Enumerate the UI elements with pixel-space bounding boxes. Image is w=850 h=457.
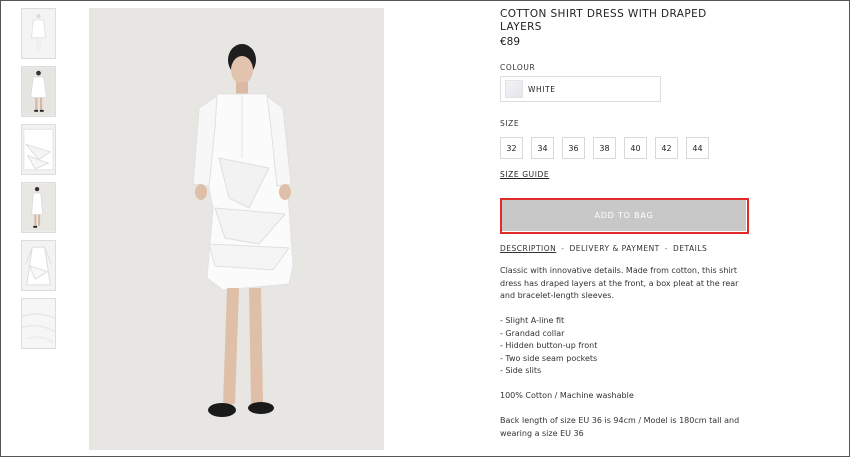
add-to-bag-button[interactable]: ADD TO BAG: [502, 200, 746, 231]
colour-name: WHITE: [528, 84, 556, 94]
description-intro: Classic with innovative details. Made fr…: [500, 266, 739, 300]
size-option-34[interactable]: 34: [531, 137, 554, 159]
size-option-36[interactable]: 36: [562, 137, 585, 159]
thumbnail-draped-layer-detail[interactable]: [21, 124, 56, 175]
main-product-image[interactable]: [89, 8, 384, 450]
colour-label: COLOUR: [500, 63, 536, 72]
colour-swatch: [505, 80, 523, 98]
tab-separator: -: [561, 244, 565, 253]
fit-note: Back length of size EU 36 is 94cm / Mode…: [500, 416, 740, 438]
tab-details[interactable]: DETAILS: [673, 244, 707, 253]
tab-delivery-payment[interactable]: DELIVERY & PAYMENT: [569, 244, 659, 253]
thumbnail-model-side[interactable]: [21, 182, 56, 233]
product-price: €89: [500, 36, 521, 48]
size-guide-link[interactable]: SIZE GUIDE: [500, 170, 549, 179]
size-option-40[interactable]: 40: [624, 137, 647, 159]
size-option-44[interactable]: 44: [686, 137, 709, 159]
size-option-38[interactable]: 38: [593, 137, 616, 159]
tab-separator: -: [664, 244, 668, 253]
product-title: COTTON SHIRT DRESS WITH DRAPED LAYERS: [500, 8, 707, 33]
feature-item: - Side slits: [500, 366, 542, 375]
feature-item: - Hidden button-up front: [500, 341, 598, 350]
thumbnail-fabric-detail[interactable]: [21, 298, 56, 349]
thumbnail-dress-flat[interactable]: [21, 240, 56, 291]
size-option-42[interactable]: 42: [655, 137, 678, 159]
tab-description[interactable]: DESCRIPTION: [500, 244, 556, 253]
feature-item: - Two side seam pockets: [500, 353, 598, 363]
size-option-32[interactable]: 32: [500, 137, 523, 159]
model-wearing-dress-illustration: [89, 8, 384, 450]
size-label: SIZE: [500, 119, 520, 128]
description-panel: Classic with innovative details. Made fr…: [500, 265, 750, 440]
product-info-panel: COTTON SHIRT DRESS WITH DRAPED LAYERS €8…: [500, 8, 750, 438]
thumbnail-dress-front[interactable]: [21, 8, 56, 59]
thumbnail-strip: [21, 8, 56, 356]
thumbnail-model-front[interactable]: [21, 66, 56, 117]
size-options: 32 34 36 38 40 42 44: [500, 137, 717, 159]
colour-selector[interactable]: WHITE: [500, 76, 661, 102]
info-tabs: DESCRIPTION - DELIVERY & PAYMENT - DETAI…: [500, 244, 707, 253]
feature-item: - Slight A-line fit: [500, 316, 565, 325]
composition-text: 100% Cotton / Machine washable: [500, 391, 634, 400]
feature-item: - Grandad collar: [500, 328, 565, 338]
